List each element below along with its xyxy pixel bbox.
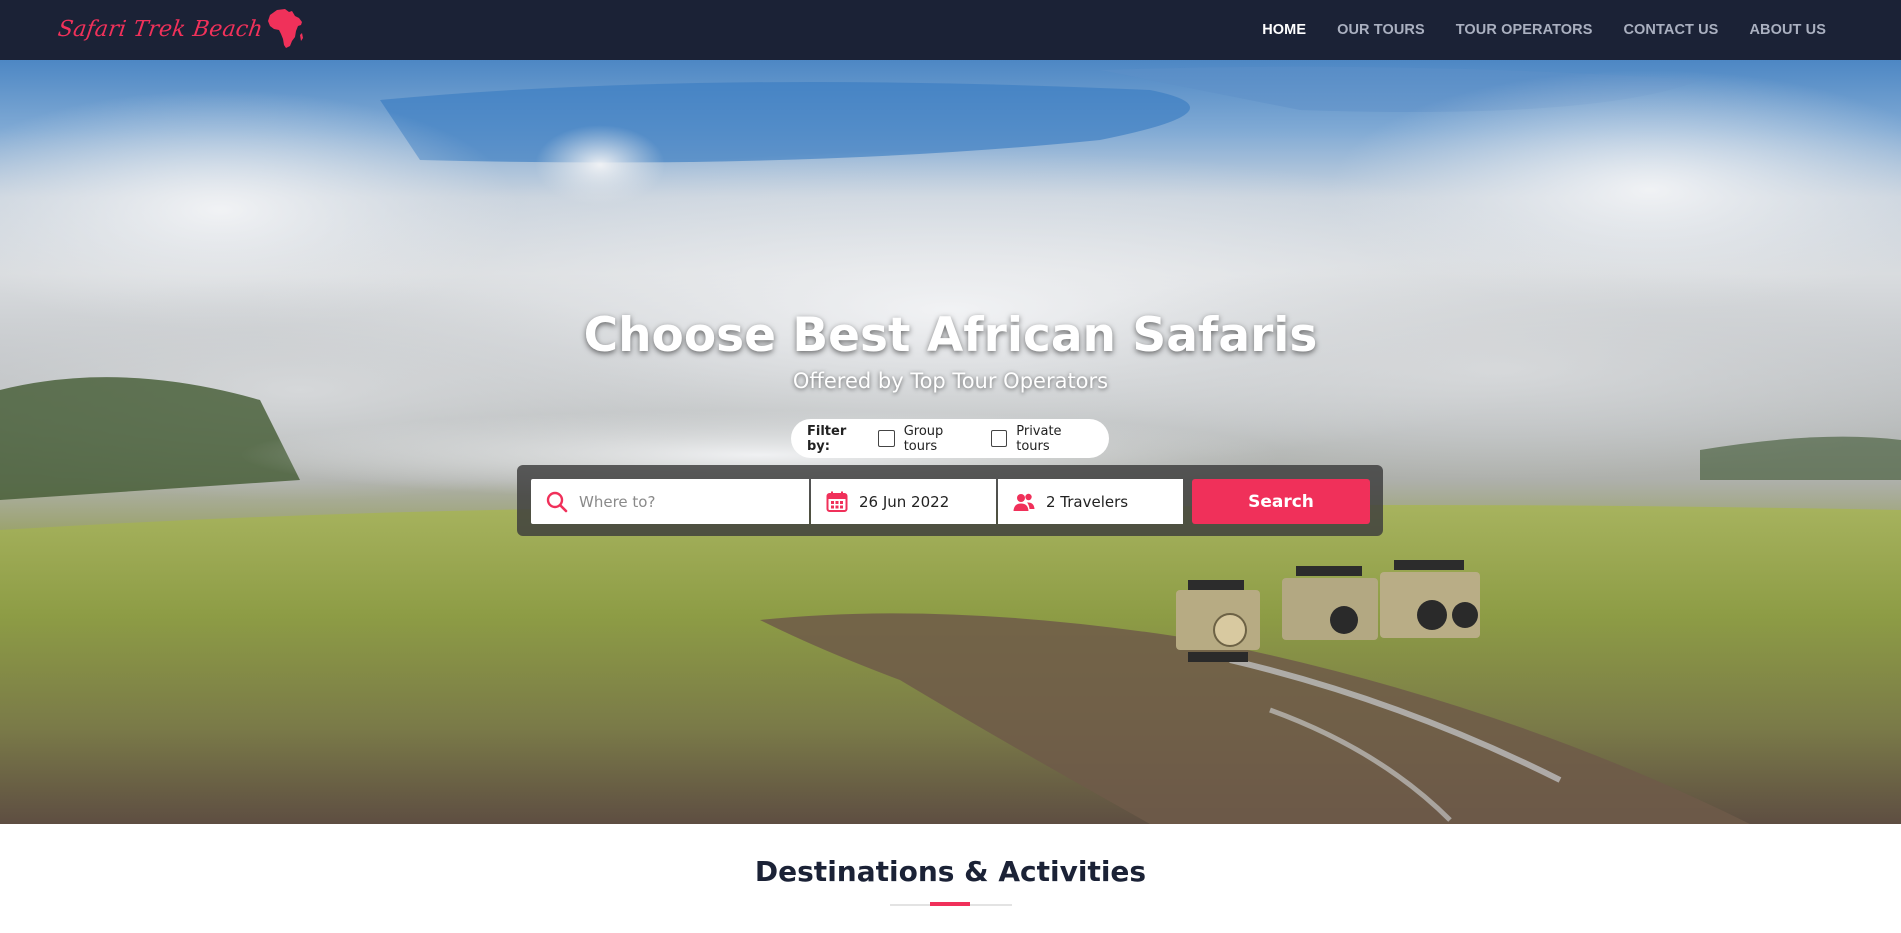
group-tours-checkbox[interactable]	[878, 430, 895, 447]
nav-home-link[interactable]: HOME	[1262, 22, 1306, 38]
nav-about-us-link[interactable]: ABOUT US	[1749, 22, 1826, 38]
private-tours-label[interactable]: Private tours	[1016, 424, 1095, 454]
date-field[interactable]: 26 Jun 2022	[811, 479, 996, 524]
search-bar: 26 Jun 2022 2 Travelers Search	[517, 465, 1383, 536]
private-tours-checkbox[interactable]	[990, 430, 1008, 447]
nav-our-tours-link[interactable]: OUR TOURS	[1337, 22, 1425, 38]
group-tours-label[interactable]: Group tours	[904, 424, 977, 454]
calendar-icon	[826, 491, 848, 512]
main-menu: HOME OUR TOURS TOUR OPERATORS CONTACT US…	[1262, 0, 1826, 60]
search-icon	[546, 491, 568, 512]
nav-contact-us-link[interactable]: CONTACT US	[1623, 22, 1718, 38]
destination-input[interactable]	[579, 492, 799, 511]
africa-map-icon	[267, 9, 303, 48]
section-title: Destinations & Activities	[754, 855, 1147, 888]
hero-banner: Choose Best African Safaris Offered by T…	[0, 60, 1901, 824]
users-icon	[1013, 493, 1035, 511]
title-accent-bar	[930, 902, 970, 906]
travelers-field[interactable]: 2 Travelers	[998, 479, 1183, 524]
travelers-value: 2 Travelers	[1046, 492, 1129, 511]
brand-logo[interactable]: Safari Trek Beach	[56, 8, 305, 50]
date-value: 26 Jun 2022	[859, 492, 950, 511]
destination-field[interactable]	[531, 479, 809, 524]
search-button[interactable]: Search	[1192, 479, 1370, 524]
nav-tour-operators-link[interactable]: TOUR OPERATORS	[1456, 22, 1593, 38]
tour-filter: Filter by: Group tours Private tours	[791, 419, 1109, 458]
filter-label: Filter by:	[807, 423, 847, 454]
brand-name: Safari Trek Beach	[56, 16, 265, 42]
hero-subtitle: Offered by Top Tour Operators	[792, 369, 1109, 393]
top-navbar: Safari Trek Beach HOME OUR TOURS TOUR OP…	[0, 0, 1901, 60]
hero-title: Choose Best African Safaris	[583, 308, 1318, 363]
